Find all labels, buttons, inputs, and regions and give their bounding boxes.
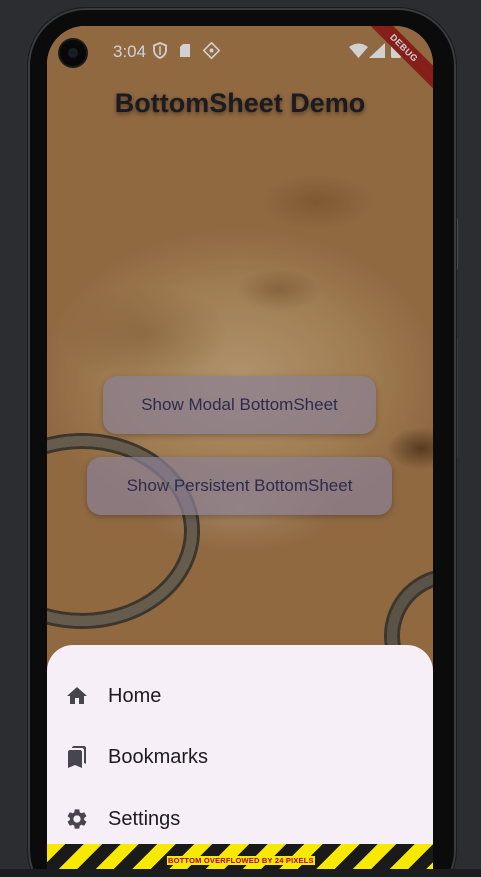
sheet-item-label: Home [108,684,162,707]
show-persistent-bottomsheet-button[interactable]: Show Persistent BottomSheet [87,457,392,515]
overflow-warning-text: BOTTOM OVERFLOWED BY 24 PIXELS [167,856,315,865]
home-icon [67,687,87,704]
gear-icon [67,809,87,829]
bookmarks-icon [68,746,86,768]
app-title: BottomSheet Demo [114,88,366,118]
sheet-item-label: Settings [108,807,181,830]
phone-screen: 3:04 DEBUG BottomSheet Demo Show Modal B… [47,26,433,877]
modal-bottom-sheet: Home Bookmarks Settings [47,645,433,877]
sheet-item-bookmarks[interactable]: Bookmarks [47,728,433,786]
sheet-item-settings[interactable]: Settings [47,790,433,848]
sheet-item-label: Bookmarks [108,745,209,768]
sheet-item-home[interactable]: Home [47,667,433,725]
show-modal-bottomsheet-button[interactable]: Show Modal BottomSheet [103,376,376,434]
emulator-bottom-edge [0,869,481,877]
